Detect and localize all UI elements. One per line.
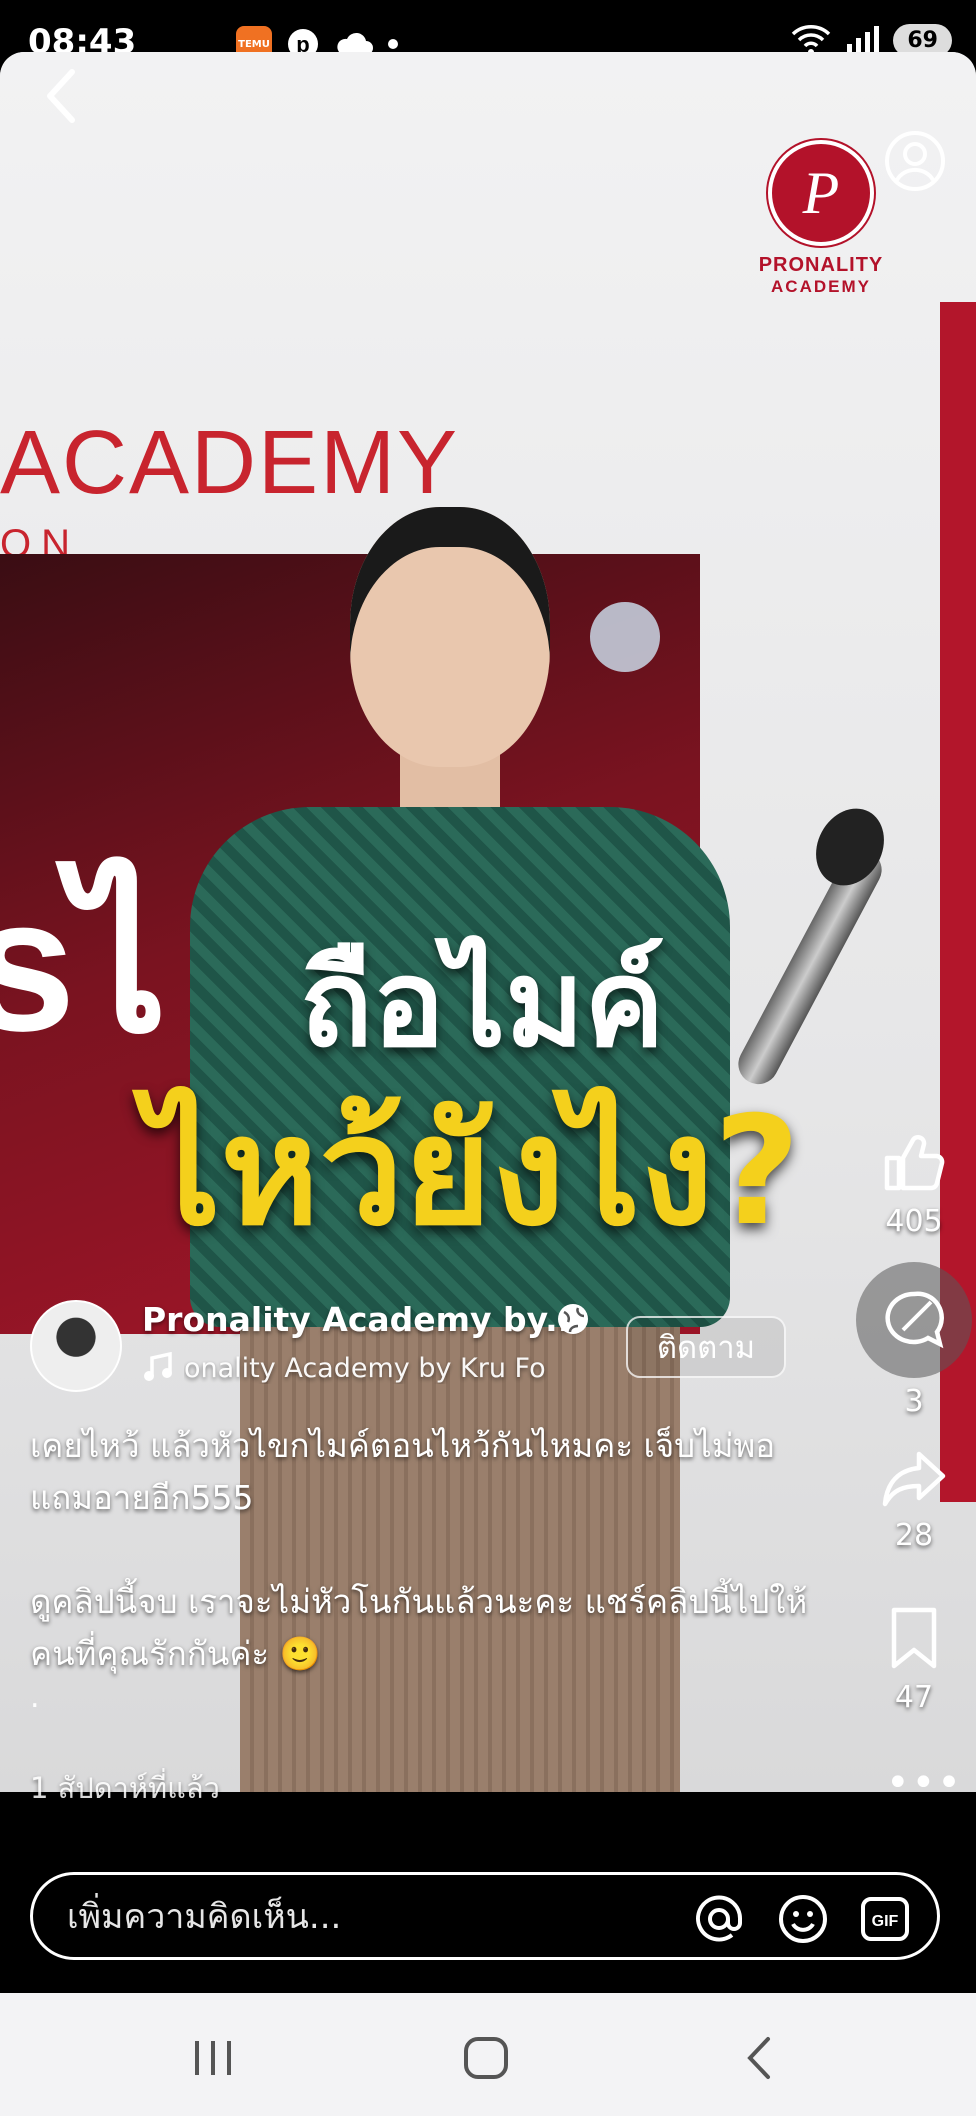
post-time: 1 สัปดาห์ที่แล้ว bbox=[30, 1771, 220, 1805]
comment-bar: GIF bbox=[30, 1872, 940, 1960]
gif-icon[interactable]: GIF bbox=[859, 1893, 911, 1945]
video-title-line2: ไหว้ยังไง? bbox=[145, 1085, 801, 1259]
profile-icon[interactable] bbox=[884, 130, 946, 192]
brand-logo: P PRONALITY ACADEMY bbox=[736, 140, 906, 297]
home-icon[interactable] bbox=[456, 2033, 516, 2083]
nav-back-icon[interactable] bbox=[730, 2033, 790, 2083]
follow-button[interactable]: ติดตาม bbox=[626, 1316, 786, 1378]
share-button[interactable]: 28 bbox=[868, 1448, 960, 1553]
comment-icon bbox=[885, 1291, 944, 1349]
more-options-icon[interactable]: ••• bbox=[886, 1760, 963, 1806]
bookmark-icon bbox=[891, 1607, 937, 1669]
emoji-icon[interactable] bbox=[777, 1893, 829, 1945]
android-nav-bar bbox=[0, 1993, 976, 2116]
at-icon[interactable] bbox=[693, 1893, 745, 1945]
music-title: onality Academy by Kru Fo bbox=[184, 1352, 546, 1384]
recents-icon[interactable] bbox=[183, 2033, 243, 2083]
post-caption[interactable]: เคยไหว้ แล้วหัวไขกไมค์ตอนไหว้กันไหมคะ เจ… bbox=[30, 1420, 830, 1680]
wall-sign-text: ACADEMY bbox=[0, 413, 460, 513]
like-count: 405 bbox=[885, 1204, 943, 1239]
tv-screen-text: sไ bbox=[0, 859, 167, 1071]
author-avatar[interactable] bbox=[30, 1300, 122, 1392]
globe-icon bbox=[558, 1304, 588, 1334]
music-row[interactable]: onality Academy by Kru Fo bbox=[142, 1352, 589, 1384]
comment-input[interactable] bbox=[65, 1889, 669, 1945]
back-arrow-icon[interactable] bbox=[30, 60, 90, 130]
music-note-icon bbox=[144, 1352, 172, 1381]
like-button[interactable]: 405 bbox=[868, 1130, 960, 1239]
comment-count: 3 bbox=[904, 1384, 924, 1419]
share-icon bbox=[882, 1451, 946, 1507]
save-button[interactable]: 47 bbox=[868, 1606, 960, 1715]
logo-text-line2: ACADEMY bbox=[771, 277, 871, 296]
svg-text:GIF: GIF bbox=[872, 1913, 899, 1930]
comment-button[interactable]: 3 bbox=[856, 1262, 972, 1419]
logo-text-line1: PRONALITY bbox=[758, 254, 884, 276]
thumbs-up-icon bbox=[884, 1135, 945, 1191]
caption-dot: . bbox=[30, 1680, 40, 1715]
share-count: 28 bbox=[894, 1518, 934, 1553]
logo-mark: P bbox=[768, 140, 874, 246]
save-count: 47 bbox=[894, 1680, 934, 1715]
author-name[interactable]: Pronality Academy by... bbox=[142, 1300, 583, 1339]
notification-dot-icon bbox=[388, 39, 398, 49]
